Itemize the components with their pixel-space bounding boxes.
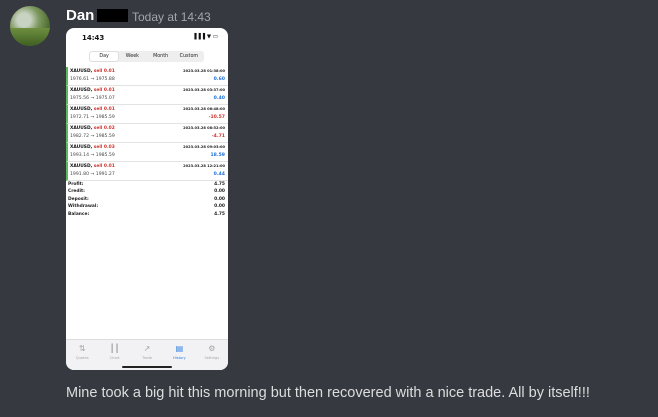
summary-row: Credit: 0.00 (66, 189, 228, 196)
tab-custom[interactable]: Custom (175, 52, 203, 61)
tabbar-label: History (173, 356, 186, 360)
trade-date: 2023.03.28 01:38:00 (183, 69, 225, 73)
period-segmented-control: Day Week Month Custom (89, 51, 204, 62)
symbol-label: XAUUSD, (70, 164, 93, 169)
open-price: 1972.71 (70, 115, 89, 120)
trade-profit: -10.57 (208, 115, 225, 120)
summary-label: Profit: (68, 182, 84, 187)
trade-symbol: XAUUSD, sell 0.01 (70, 107, 115, 112)
trade-symbol: XAUUSD, sell 0.02 (70, 126, 115, 131)
open-price: 1975.56 (70, 96, 89, 101)
quotes-icon: ⇅ (78, 344, 86, 353)
tabbar-quotes[interactable]: ⇅ Quotes (66, 340, 98, 370)
symbol-label: XAUUSD, (70, 145, 93, 150)
tabbar-label: Trade (142, 356, 152, 360)
tabbar-settings[interactable]: ⚙ Settings (196, 340, 228, 370)
trade-profit: 0.44 (213, 172, 225, 177)
trade-date: 2023.03.28 08:52:00 (183, 126, 225, 130)
message-text: Mine took a big hit this morning but the… (66, 385, 590, 401)
message-timestamp: Today at 14:43 (132, 10, 211, 24)
summary-value: 0.00 (214, 204, 225, 210)
summary-value: 0.00 (214, 196, 225, 202)
tabbar-label: Quotes (75, 356, 89, 360)
summary-row: Balance: 4.75 (66, 212, 228, 219)
tab-day[interactable]: Day (90, 52, 119, 61)
trade-row[interactable]: XAUUSD, sell 0.01 2023.03.28 12:21:00 1991… (66, 162, 228, 181)
close-price: 1975.07 (95, 96, 115, 101)
phone-clock: 14:43 (82, 34, 105, 42)
signal-wifi-battery-icon: ▐▐▐ ▼ ▭ (192, 34, 218, 40)
tab-week[interactable]: Week (118, 52, 146, 61)
chart-icon: ┃┃ (109, 344, 120, 353)
trade-action: sell 0.01 (93, 88, 115, 93)
redaction-bar (97, 9, 128, 22)
trade-action: sell 0.01 (93, 164, 115, 169)
trade-row[interactable]: XAUUSD, sell 0.01 2023.03.28 03:37:00 1975… (66, 86, 228, 105)
summary-label: Balance: (68, 211, 90, 217)
trade-prices: 1982.72 → 1985.59 (70, 134, 115, 139)
tabbar-label: Chart (109, 356, 120, 360)
summary-label: Withdrawal: (68, 204, 99, 210)
summary-row: Profit: 4.75 (66, 182, 228, 189)
close-price: 1985.59 (95, 153, 115, 158)
trade-row[interactable]: XAUUSD, sell 0.01 2023.03.28 06:48:00 1972… (66, 105, 228, 124)
trade-date: 2023.03.28 06:48:00 (183, 107, 225, 111)
trade-action: sell 0.02 (93, 126, 115, 131)
symbol-label: XAUUSD, (70, 107, 93, 112)
open-price: 1991.80 (70, 172, 89, 177)
summary-value: 4.75 (214, 211, 225, 217)
history-icon: ▤ (175, 344, 184, 353)
trade-prices: 1991.80 → 1991.27 (70, 172, 115, 177)
summary-label: Deposit: (68, 196, 89, 202)
open-price: 1976.61 (70, 77, 89, 82)
trade-action: sell 0.03 (93, 145, 115, 150)
trade-action: sell 0.01 (93, 107, 115, 112)
trade-date: 2023.03.28 09:03:00 (183, 145, 225, 149)
trade-prices: 1975.56 → 1975.07 (70, 96, 115, 101)
summary-row: Withdrawal: 0.00 (66, 204, 228, 211)
trade-prices: 1976.61 → 1975.88 (70, 77, 115, 82)
username[interactable]: Dan (66, 7, 94, 24)
trade-icon: ↗ (143, 344, 151, 353)
trade-profit: 18.59 (210, 153, 225, 158)
trade-date: 2023.03.28 03:37:00 (183, 88, 225, 92)
symbol-label: XAUUSD, (70, 69, 93, 74)
trade-profit: 0.60 (213, 77, 225, 82)
trade-row[interactable]: XAUUSD, sell 0.02 2023.03.28 08:52:00 1982… (66, 124, 228, 143)
symbol-label: XAUUSD, (70, 88, 93, 93)
close-price: 1975.88 (95, 77, 115, 82)
attached-screenshot[interactable]: 14:43 ▐▐▐ ▼ ▭ Day Week Month Custom XAUUSD,… (66, 28, 228, 370)
summary-value: 4.75 (214, 182, 225, 187)
trade-symbol: XAUUSD, sell 0.01 (70, 88, 115, 93)
close-price: 1985.59 (95, 134, 115, 139)
summary-value: 0.00 (214, 189, 225, 195)
trade-history-list: XAUUSD, sell 0.01 2023.03.28 01:38:00 1976… (66, 67, 228, 181)
open-price: 1993.14 (70, 153, 89, 158)
home-indicator (122, 366, 172, 368)
open-price: 1982.72 (70, 134, 89, 139)
summary-label: Credit: (68, 189, 85, 195)
trade-row[interactable]: XAUUSD, sell 0.03 2023.03.28 09:03:00 1993… (66, 143, 228, 162)
tab-month[interactable]: Month (147, 52, 175, 61)
avatar[interactable] (10, 6, 50, 46)
trade-row[interactable]: XAUUSD, sell 0.01 2023.03.28 01:38:00 1976… (66, 67, 228, 86)
trade-prices: 1993.14 → 1985.59 (70, 153, 115, 158)
trade-symbol: XAUUSD, sell 0.01 (70, 164, 115, 169)
trade-action: sell 0.01 (93, 69, 115, 74)
phone-status-bar: 14:43 ▐▐▐ ▼ ▭ (66, 28, 228, 48)
gear-icon: ⚙ (208, 344, 216, 353)
trade-profit: -4.71 (211, 134, 225, 139)
trade-date: 2023.03.28 12:21:00 (183, 164, 225, 168)
history-summary: Profit: 4.75 Credit: 0.00 Deposit: 0.00 Withdr… (66, 182, 228, 219)
trade-symbol: XAUUSD, sell 0.03 (70, 145, 115, 150)
symbol-label: XAUUSD, (70, 126, 93, 131)
trade-profit: 0.40 (213, 96, 225, 101)
close-price: 1985.59 (95, 115, 115, 120)
trade-symbol: XAUUSD, sell 0.01 (70, 69, 115, 74)
close-price: 1991.27 (95, 172, 115, 177)
tabbar-label: Settings (204, 356, 220, 360)
trade-prices: 1972.71 → 1985.59 (70, 115, 115, 120)
